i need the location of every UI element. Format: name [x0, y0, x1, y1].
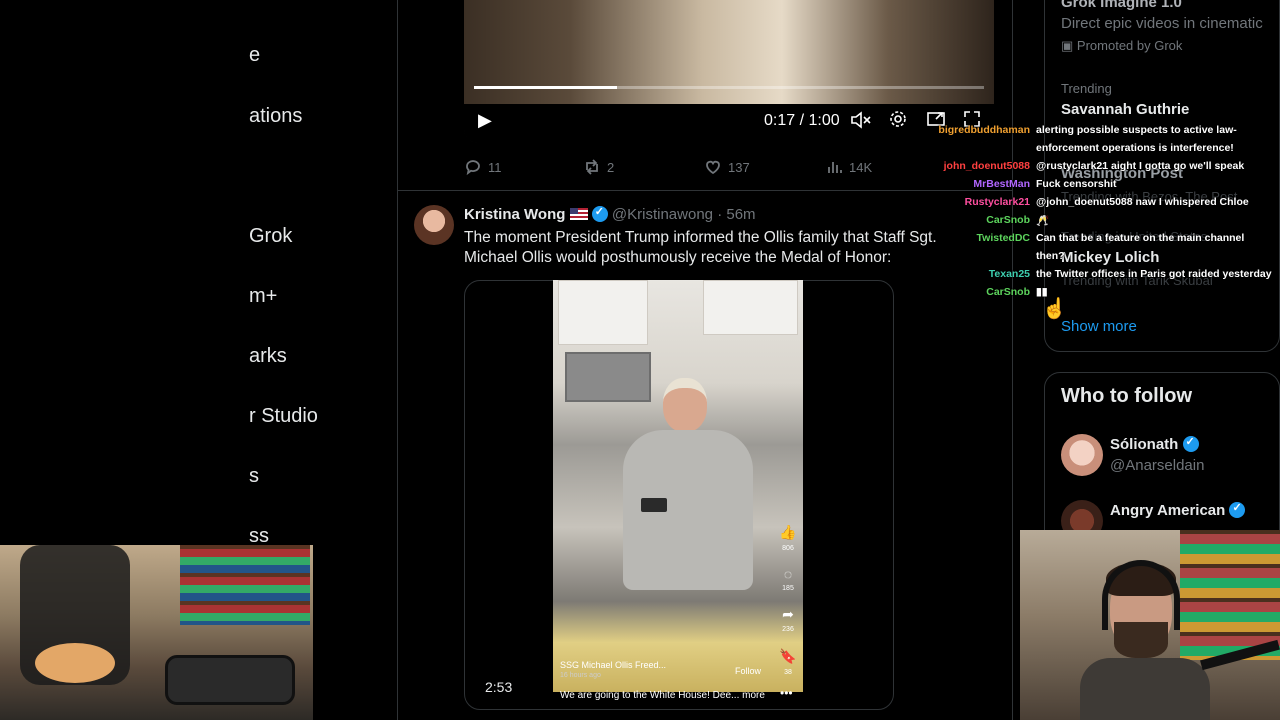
embedded-caption: We are going to the White House! Dee... …: [560, 690, 765, 701]
nav-item-partial-7[interactable]: s: [249, 465, 259, 488]
avatar[interactable]: [1061, 434, 1103, 476]
headset-icon: [1102, 560, 1180, 630]
webcam-right: [1020, 530, 1280, 720]
video-share-count: 236: [782, 626, 794, 633]
video-comment-count: 185: [782, 585, 794, 592]
nav-item-partial-1[interactable]: e: [249, 44, 260, 67]
follow-name-text: Sólionath: [1110, 436, 1179, 453]
video-like-count: 806: [782, 545, 794, 552]
left-blank-area: [0, 0, 249, 545]
repost-count: 2: [607, 159, 615, 175]
bookshelf: [1180, 530, 1280, 660]
reply-count: 11: [488, 159, 502, 175]
heart-icon: [706, 160, 720, 175]
mute-icon[interactable]: [850, 110, 872, 135]
chat-message: alerting possible suspects to active law…: [1036, 124, 1237, 136]
show-more-link[interactable]: Show more: [1061, 318, 1137, 335]
cat: [35, 643, 115, 683]
feed-left-border: [397, 0, 398, 720]
like-count: 137: [728, 159, 750, 175]
nav-item-bookmarks[interactable]: arks: [249, 345, 287, 368]
repost-button[interactable]: 2: [583, 158, 614, 176]
chat-username: Texan25: [988, 268, 1030, 280]
chat-username: CarSnob: [986, 286, 1030, 298]
chat-username: bigredbuddhaman: [938, 124, 1030, 136]
chat-message: then?: [1036, 250, 1065, 262]
verified-badge-icon: [591, 205, 608, 222]
chat-message: @rustyclark21 aight I gotta go we'll spe…: [1036, 160, 1245, 172]
trend-savannah-guthrie[interactable]: Savannah Guthrie: [1061, 101, 1189, 118]
webcam-left: [0, 545, 313, 720]
video-duration: 2:53: [485, 679, 513, 695]
trend-mickey-lolich[interactable]: Mickey Lolich: [1061, 249, 1159, 266]
play-icon[interactable]: ▶: [478, 110, 492, 131]
like-button[interactable]: 137: [704, 158, 750, 176]
nav-item-grok[interactable]: Grok: [249, 225, 292, 248]
promo-title[interactable]: Grok Imagine 1.0: [1061, 0, 1182, 11]
verified-badge-icon: [1229, 501, 1246, 518]
follow-suggestion-name[interactable]: Angry American: [1110, 501, 1246, 519]
who-to-follow-title: Who to follow: [1061, 385, 1193, 407]
hand-cursor-icon: ☝: [1042, 298, 1067, 320]
video-player[interactable]: ▶ 0:17 / 1:00: [464, 0, 994, 143]
us-flag-icon: [569, 208, 588, 220]
chat-username: MrBestMan: [973, 178, 1030, 190]
author-handle[interactable]: @Kristinawong: [612, 206, 713, 223]
tweet-time[interactable]: · 56m: [717, 206, 755, 223]
chat-message: @john_doenut5088 naw I whispered Chloe: [1036, 196, 1249, 208]
chat-message: enforcement operations is interference!: [1036, 142, 1234, 154]
video-bookmark-count: 38: [784, 669, 792, 676]
video-bookmark-icon[interactable]: 🔖: [779, 648, 797, 665]
video-time: 0:17 / 1:00: [764, 112, 840, 129]
video-comment-icon[interactable]: ◌: [779, 566, 797, 582]
kitchen-cabinet: [558, 280, 648, 345]
tweet-separator: [398, 190, 1012, 191]
promo-description: Direct epic videos in cinematic: [1061, 15, 1263, 32]
promoted-by: ▣ Promoted by Grok: [1061, 38, 1182, 54]
verified-badge-icon: [1182, 435, 1199, 452]
follow-suggestion-handle: @Anarseldain: [1110, 457, 1205, 474]
author-name[interactable]: Kristina Wong: [464, 206, 565, 223]
tweet-text: The moment President Trump informed the …: [464, 229, 937, 266]
chat-username: Rustyclark21: [964, 196, 1030, 208]
phone: [641, 498, 667, 512]
bar-chart-icon: [828, 162, 842, 173]
chat-message: 🥂: [1036, 215, 1050, 227]
streamer-body: [1080, 658, 1210, 720]
nav-item-premium[interactable]: m+: [249, 285, 277, 308]
embedded-follow-button[interactable]: Follow: [735, 666, 761, 676]
follow-suggestion-name[interactable]: Sólionath: [1110, 435, 1199, 453]
follow-name-text: Angry American: [1110, 502, 1226, 519]
bookshelf: [180, 545, 310, 625]
video-like-icon[interactable]: 👍: [779, 524, 797, 541]
chat-message: Can that be a feature on the main channe…: [1036, 232, 1245, 244]
repost-icon: [586, 159, 598, 175]
video-share-icon[interactable]: ➦: [779, 606, 797, 623]
trending-label: Trending: [1061, 81, 1112, 96]
more-options-icon[interactable]: •••: [780, 686, 793, 700]
promoted-by-text: Promoted by Grok: [1076, 38, 1183, 53]
chat-username: john_doenut5088: [943, 160, 1030, 172]
chat-message: the Twitter offices in Paris got raided …: [1036, 268, 1272, 280]
nav-item-creator-studio[interactable]: r Studio: [249, 405, 318, 428]
chat-username: CarSnob: [986, 214, 1030, 226]
embedded-ago: 16 hours ago: [560, 672, 601, 679]
kitchen-cabinet: [703, 280, 798, 335]
chat-username: TwistedDC: [976, 232, 1030, 244]
tweet-header: Kristina Wong @Kristinawong · 56m: [464, 205, 756, 223]
embedded-account-name: SSG Michael Ollis Freed...: [560, 660, 667, 670]
promoted-icon: ▣: [1061, 38, 1074, 53]
embedded-video[interactable]: 👍 806 ◌ 185 ➦ 236 🔖 38: [553, 280, 803, 692]
view-count: 14K: [849, 159, 873, 175]
video-progress-bar[interactable]: [474, 86, 984, 89]
reply-button[interactable]: 11: [464, 158, 502, 176]
video-progress-fill: [474, 86, 617, 89]
tracked-robot: [165, 655, 295, 705]
avatar[interactable]: [414, 205, 454, 245]
nav-item-notifications[interactable]: ations: [249, 105, 302, 128]
reply-icon: [466, 160, 480, 176]
views-button[interactable]: 14K: [825, 158, 872, 176]
chat-message: Fuck censorshit: [1036, 178, 1117, 190]
person-head: [663, 378, 707, 432]
